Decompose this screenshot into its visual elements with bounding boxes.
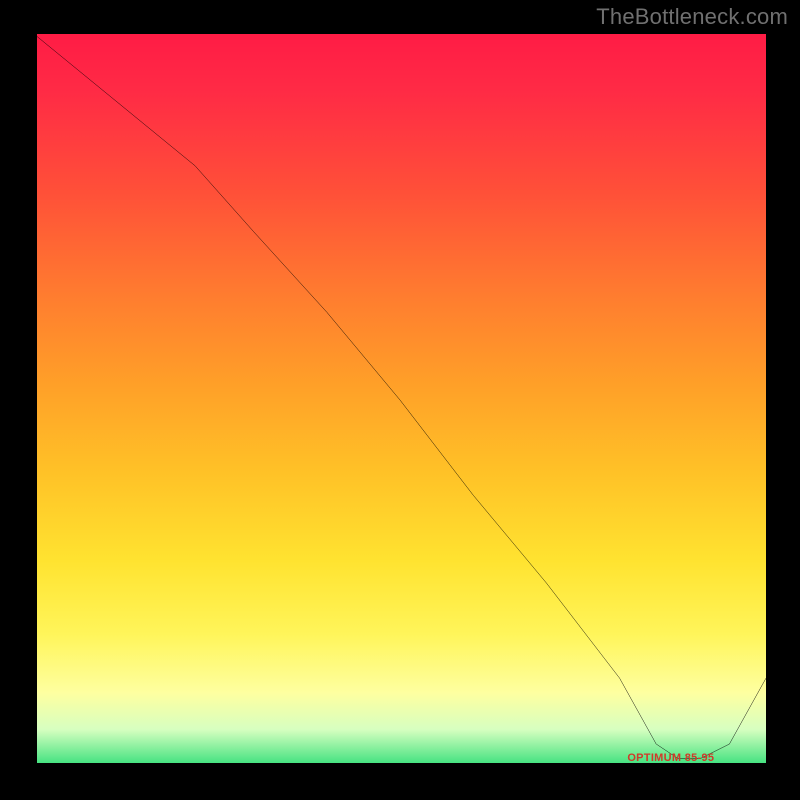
bottleneck-curve bbox=[34, 34, 766, 766]
optimum-annotation: OPTIMUM 85-95 bbox=[627, 752, 714, 764]
chart-frame: TheBottleneck.com OPTIMUM 85-95 bbox=[0, 0, 800, 800]
watermark-text: TheBottleneck.com bbox=[596, 4, 788, 30]
plot-area: OPTIMUM 85-95 bbox=[34, 34, 766, 766]
